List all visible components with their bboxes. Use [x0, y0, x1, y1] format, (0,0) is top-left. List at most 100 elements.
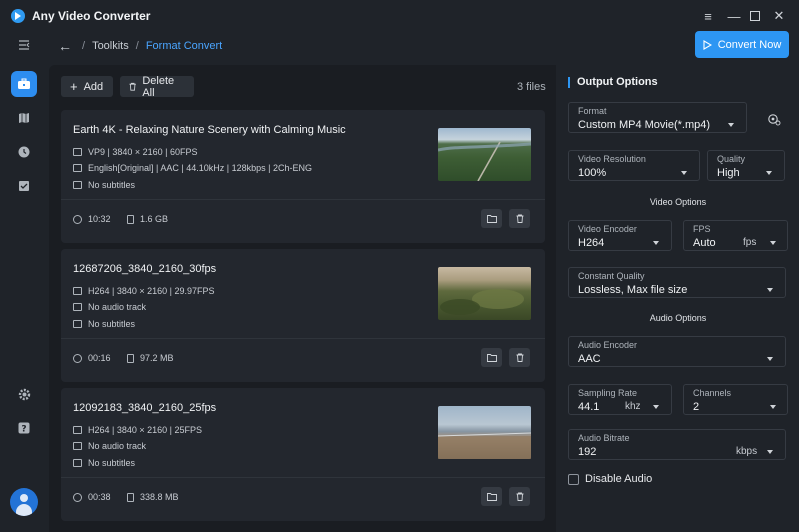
subtitle-icon [73, 459, 82, 467]
file-title: Earth 4K - Relaxing Nature Scenery with … [73, 124, 346, 136]
open-folder-button[interactable] [481, 487, 502, 506]
quality-value: High [717, 167, 740, 179]
delete-all-button[interactable]: Delete All [120, 74, 194, 99]
constant-quality-select[interactable]: Constant Quality Lossless, Max file size [568, 267, 786, 298]
duration-text: 00:38 [88, 492, 111, 502]
channels-select[interactable]: Channels 2 [683, 384, 788, 415]
chevron-down-icon [681, 171, 687, 175]
breadcrumb: ← / Toolkits / Format Convert [58, 38, 222, 54]
file-card[interactable]: Earth 4K - Relaxing Nature Scenery with … [61, 110, 545, 243]
breadcrumb-separator: / [82, 40, 86, 52]
user-avatar[interactable] [10, 488, 38, 516]
format-label: Format [578, 106, 607, 116]
settings-gear-icon[interactable] [11, 381, 37, 407]
audio-bitrate-unit: kbps [736, 446, 758, 457]
audio-icon [73, 164, 82, 172]
menu-icon[interactable]: ≡ [700, 8, 716, 24]
map-icon[interactable] [11, 105, 37, 131]
video-thumbnail [437, 128, 532, 182]
title-bar: Any Video Converter ≡ — ✕ [0, 0, 799, 32]
audio-info: English[Original] | AAC | 44.10kHz | 128… [73, 163, 312, 173]
video-encoder-select[interactable]: Video Encoder H264 [568, 220, 672, 251]
video-thumbnail [437, 406, 532, 459]
file-count: 3 files [517, 81, 546, 93]
video-options-heading: Video Options [649, 197, 707, 207]
card-divider [61, 338, 545, 339]
app-logo-icon [11, 9, 25, 23]
duration-text: 00:16 [88, 353, 111, 363]
delete-file-button[interactable] [509, 487, 530, 506]
video-resolution-select[interactable]: Video Resolution 100% [568, 150, 700, 181]
file-size: 338.8 MB [127, 492, 179, 502]
plus-icon: + [70, 79, 78, 94]
format-select[interactable]: Format Custom MP4 Movie(*.mp4) [568, 102, 747, 133]
add-label: Add [83, 80, 104, 93]
chevron-down-icon [767, 288, 773, 292]
clock-icon [73, 353, 82, 363]
quality-select[interactable]: Quality High [707, 150, 785, 181]
video-icon [73, 148, 82, 156]
breadcrumb-toolkits[interactable]: Toolkits [92, 40, 129, 52]
quality-label: Quality [717, 154, 746, 164]
delete-all-label: Delete All [142, 74, 175, 99]
close-icon[interactable]: ✕ [771, 8, 787, 24]
file-card[interactable]: 12687206_3840_2160_30fps H264 | 3840 × 2… [61, 249, 545, 382]
audio-info: No audio track [73, 302, 146, 312]
open-folder-button[interactable] [481, 348, 502, 367]
sampling-rate-value: 44.1 [578, 401, 600, 413]
disable-audio-checkbox[interactable] [568, 474, 579, 485]
convert-now-button[interactable]: Convert Now [695, 31, 789, 58]
constant-quality-value: Lossless, Max file size [578, 284, 688, 296]
file-size-text: 338.8 MB [140, 492, 179, 502]
format-settings-icon[interactable] [767, 112, 781, 126]
video-thumbnail [438, 267, 531, 320]
breadcrumb-current: Format Convert [145, 40, 223, 52]
audio-bitrate-select[interactable]: Audio Bitrate 192 kbps [568, 429, 786, 460]
duration: 00:16 [73, 353, 111, 363]
audio-bitrate-value: 192 [578, 446, 597, 458]
back-arrow-icon[interactable]: ← [58, 38, 72, 54]
file-title: 12092183_3840_2160_25fps [73, 402, 217, 414]
delete-file-button[interactable] [509, 348, 530, 367]
help-icon[interactable]: ? [11, 415, 37, 441]
card-divider [61, 477, 545, 478]
folder-icon [486, 353, 497, 362]
folder-icon [486, 214, 497, 223]
video-resolution-label: Video Resolution [578, 154, 646, 164]
add-button[interactable]: + Add [61, 76, 113, 97]
open-folder-button[interactable] [481, 209, 502, 228]
subtitle-icon [73, 181, 82, 189]
audio-icon [73, 442, 82, 450]
fps-select[interactable]: FPS Auto fps [683, 220, 788, 251]
audio-info-text: English[Original] | AAC | 44.10kHz | 128… [88, 163, 312, 173]
file-icon [127, 492, 134, 502]
maximize-icon[interactable] [747, 8, 763, 24]
collapse-sidebar-icon[interactable] [11, 32, 37, 58]
audio-encoder-select[interactable]: Audio Encoder AAC [568, 336, 786, 367]
tasks-icon[interactable] [11, 173, 37, 199]
audio-encoder-label: Audio Encoder [578, 340, 638, 350]
minimize-icon[interactable]: — [726, 8, 742, 24]
fps-unit: fps [743, 237, 757, 248]
sampling-rate-select[interactable]: Sampling Rate 44.1 khz [568, 384, 672, 415]
audio-info-text: No audio track [88, 441, 147, 451]
duration: 10:32 [73, 214, 111, 224]
output-options-title: Output Options [568, 77, 658, 88]
trash-icon [129, 82, 136, 91]
sampling-rate-unit: khz [625, 401, 641, 412]
disable-audio-label: Disable Audio [585, 473, 653, 485]
chevron-down-icon [728, 123, 734, 127]
file-icon [127, 214, 134, 224]
file-card[interactable]: 12092183_3840_2160_25fps H264 | 3840 × 2… [61, 388, 545, 521]
audio-icon [73, 303, 82, 311]
audio-encoder-value: AAC [578, 353, 601, 365]
audio-options-heading: Audio Options [649, 313, 707, 323]
delete-file-button[interactable] [509, 209, 530, 228]
video-resolution-value: 100% [578, 167, 607, 179]
constant-quality-label: Constant Quality [578, 271, 645, 281]
history-icon[interactable] [11, 139, 37, 165]
folder-icon [486, 492, 497, 501]
toolkit-icon[interactable] [11, 71, 37, 97]
file-size-text: 97.2 MB [140, 353, 174, 363]
subtitle-info: No subtitles [73, 458, 135, 468]
